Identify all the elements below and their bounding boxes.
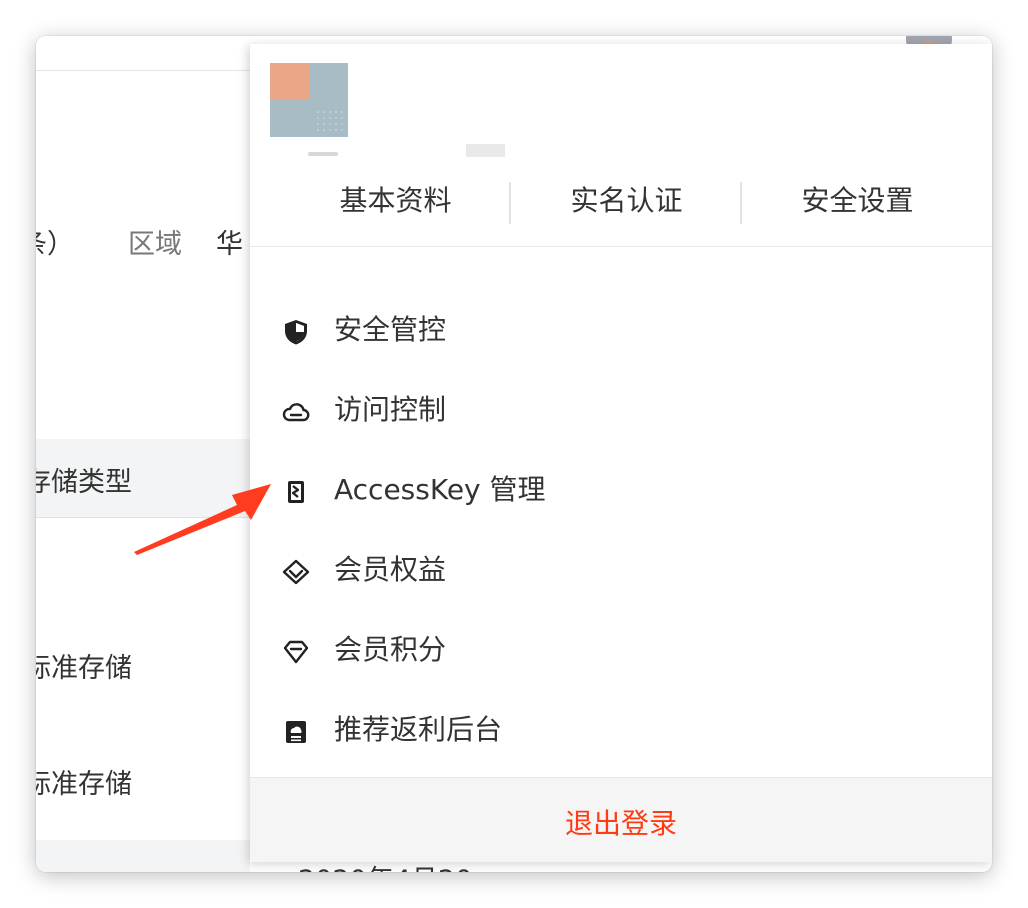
rebate-icon [286,721,306,743]
table-row-storage-class: 标准存储 [36,653,132,684]
diamond-icon [283,640,309,664]
console-window: 条） 区域 华 存储类型 标准存储 标准存储 2020年4月20 基本资料 实名… [36,36,992,872]
tab-real-name-verification[interactable]: 实名认证 [511,178,742,224]
bucket-info-fragment: 条） [36,229,74,260]
menu-item-access-control[interactable]: 访问控制 [250,378,992,442]
accesskey-icon [288,481,304,503]
account-name-redacted [466,144,505,157]
menu-item-referral-rebate[interactable]: 推荐返利后台 [250,698,992,762]
account-tabs: 基本资料 实名认证 安全设置 [250,168,992,247]
logout-label: 退出登录 [564,807,677,840]
shield-icon [285,320,307,345]
account-dropdown-panel: 基本资料 实名认证 安全设置 安全管控 访问控制 AccessKey 管理 会员… [250,44,992,862]
region-value: 华 [216,229,243,260]
menu-item-label: 推荐返利后台 [334,713,503,746]
tab-basic-info[interactable]: 基本资料 [280,178,511,224]
storage-type-header: 存储类型 [36,467,132,498]
region-label: 区域 [128,229,182,260]
menu-item-accesskey-management[interactable]: AccessKey 管理 [250,458,992,522]
account-avatar [270,63,348,137]
menu-item-member-points[interactable]: 会员积分 [250,618,992,682]
menu-item-label: 会员积分 [334,633,447,666]
menu-item-label: AccessKey 管理 [334,473,546,506]
menu-item-label: 访问控制 [334,393,447,426]
menu-item-member-benefits[interactable]: 会员权益 [250,538,992,602]
avatar-caption-redacted [308,152,338,156]
logout-button[interactable]: 退出登录 [250,777,992,862]
diamond-badge-icon [282,559,310,585]
table-footer-row [36,840,250,872]
cloud-icon [282,403,310,422]
menu-item-security-control[interactable]: 安全管控 [250,298,992,362]
menu-item-label: 会员权益 [334,553,447,586]
menu-item-label: 安全管控 [334,313,447,346]
tab-security-settings[interactable]: 安全设置 [742,178,973,224]
table-row-storage-class: 标准存储 [36,769,132,800]
